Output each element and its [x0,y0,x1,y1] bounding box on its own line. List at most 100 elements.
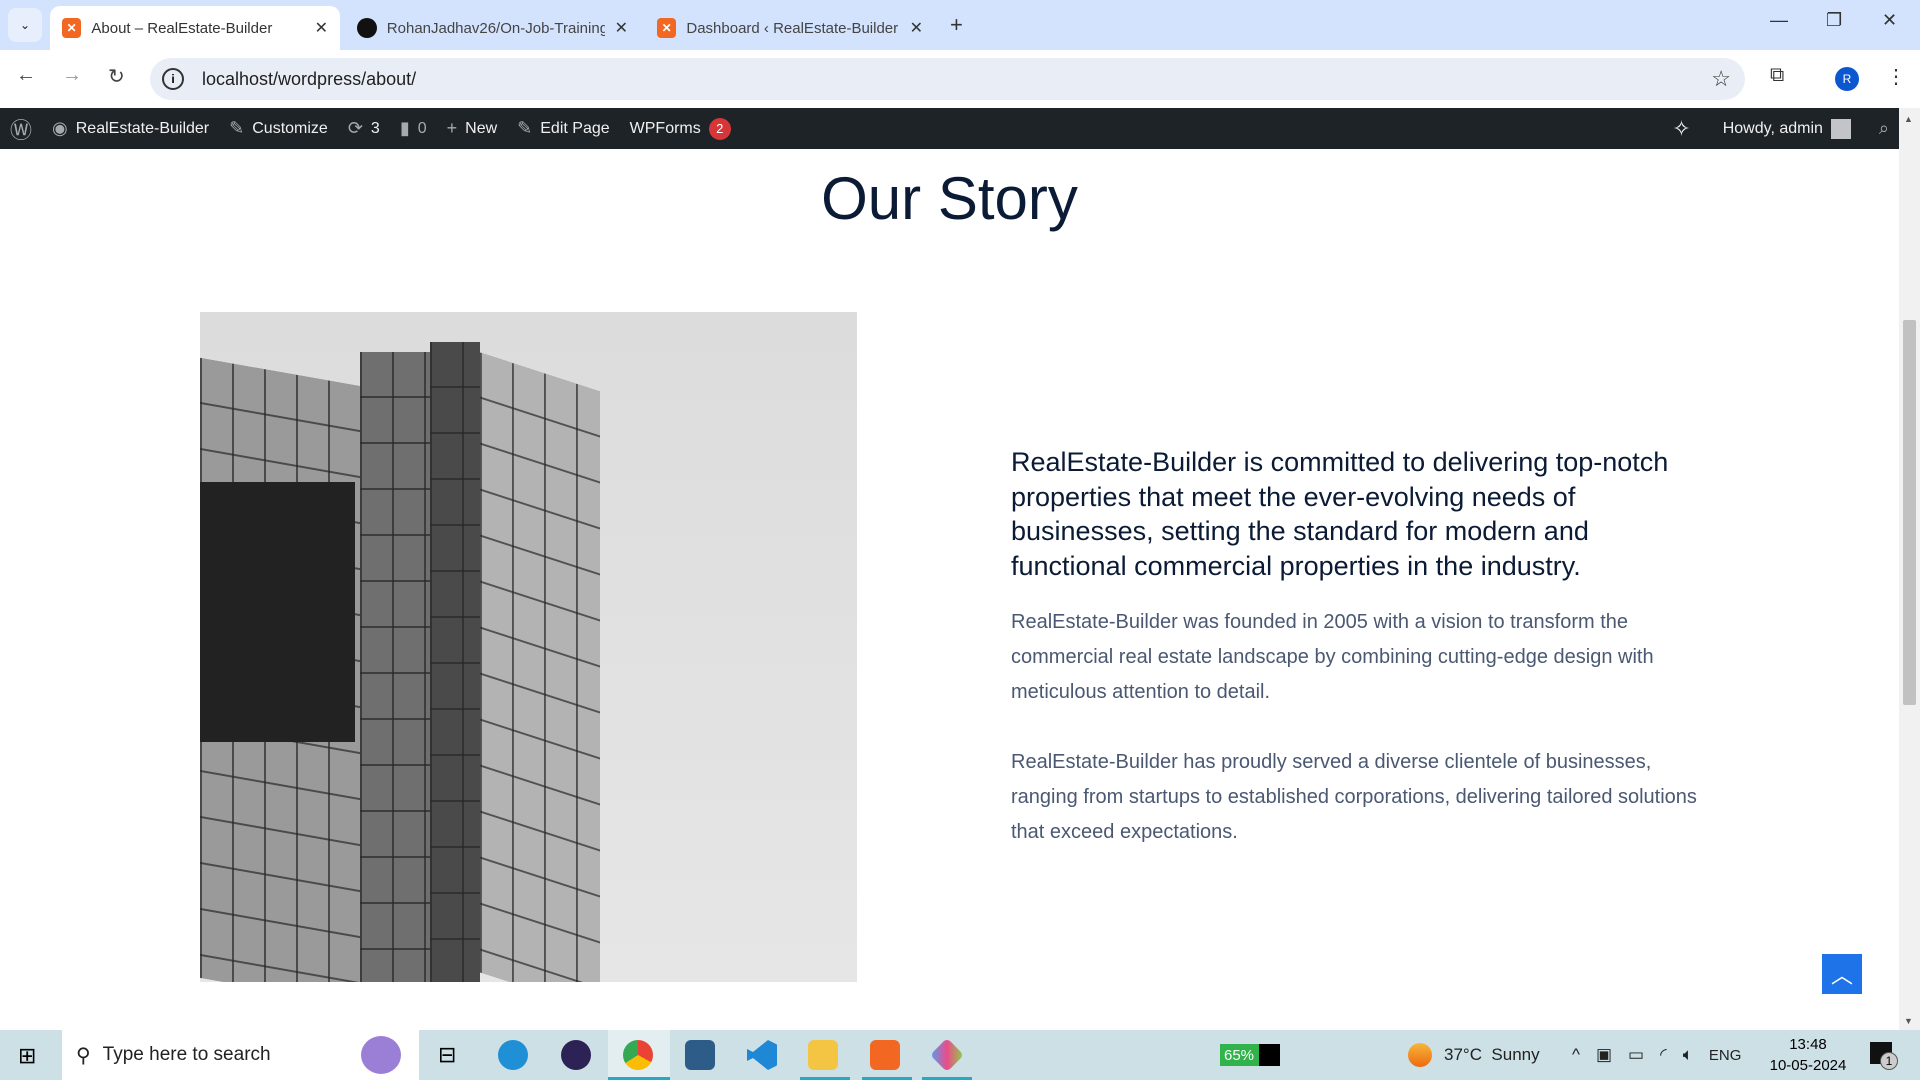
search-highlight-icon [361,1036,401,1074]
clock-time: 13:48 [1789,1036,1827,1053]
extensions-icon[interactable]: ⧉ [1770,64,1784,87]
battery-widget[interactable]: 65% [1220,1044,1280,1066]
xampp-icon: ✕ [657,18,677,38]
scrollbar-thumb[interactable] [1903,320,1916,705]
admin-account[interactable]: Howdy, admin [1713,108,1861,149]
github-icon [357,18,377,38]
admin-updates[interactable]: ⟳ 3 [338,108,390,149]
customize-label: Customize [252,119,328,137]
sun-icon [1408,1043,1432,1067]
wp-admin-bar: Ⓦ ◉ RealEstate-Builder ✎ Customize ⟳ 3 ▮ 0 +… [0,108,1899,149]
tab-about[interactable]: ✕ About – RealEstate-Builder ✕ [50,6,340,50]
clock[interactable]: 13:48 10-05-2024 [1768,1034,1848,1076]
language-indicator[interactable]: ENG [1709,1047,1742,1064]
bookmark-star-icon[interactable]: ☆ [1711,66,1731,92]
story-paragraph-2: RealEstate-Builder has proudly served a … [1011,751,1697,843]
tab-strip: ⌄ ✕ About – RealEstate-Builder ✕ RohanJa… [0,0,1920,50]
close-window-button[interactable]: ✕ [1882,10,1897,31]
admin-site-name[interactable]: ◉ RealEstate-Builder [42,108,219,149]
tab-dashboard[interactable]: ✕ Dashboard ‹ RealEstate-Builder ✕ [645,6,935,50]
scroll-down-arrow[interactable]: ▼ [1904,1016,1913,1026]
edit-page-label: Edit Page [540,119,610,137]
close-tab-icon[interactable]: ✕ [315,18,328,38]
new-label: New [465,119,498,137]
notification-count: 1 [1880,1052,1898,1070]
admin-search-icon[interactable]: ⌕ [1869,108,1899,149]
plus-icon: + [446,118,458,138]
xampp-icon: ✕ [62,18,82,38]
address-bar[interactable]: i localhost/wordpress/about/ ☆ [150,58,1745,100]
mysql-workbench-icon[interactable] [685,1040,715,1070]
restore-button[interactable]: ❐ [1826,10,1842,31]
wpforms-badge: 2 [708,117,731,140]
brush-icon: ✎ [229,118,245,138]
git-tool-icon[interactable] [930,1038,964,1072]
site-name-label: RealEstate-Builder [75,119,210,137]
admin-new[interactable]: + New [437,108,508,149]
file-explorer-icon[interactable] [808,1040,838,1070]
updates-count: 3 [370,119,380,137]
clock-date: 10-05-2024 [1769,1057,1847,1074]
windows-start-icon[interactable]: ⊞ [18,1043,36,1069]
page-scrollbar[interactable]: ▲ ▼ [1899,108,1920,1030]
scroll-to-top-button[interactable]: ︿ [1822,954,1862,994]
forward-button[interactable]: → [62,64,82,87]
weather-text: 37°C Sunny [1444,1045,1540,1064]
battery-percent: 65% [1220,1044,1259,1066]
wordpress-logo-icon[interactable]: Ⓦ [0,108,42,149]
tab-title: RohanJadhav26/On-Job-Training [386,19,605,37]
tab-title: About – RealEstate-Builder [91,19,273,37]
windows-taskbar: ⊞ ⚲ Type here to search ⊟ 65% 37°C Sunny… [0,1030,1920,1080]
close-tab-icon[interactable]: ✕ [615,18,628,38]
task-view-icon[interactable]: ⊟ [438,1042,456,1068]
wpforms-label: WPForms [629,119,701,137]
updates-icon: ⟳ [347,118,363,138]
building-photo [200,312,857,982]
tab-title: Dashboard ‹ RealEstate-Builder [686,19,899,37]
menu-icon[interactable]: ⋮ [1886,64,1906,89]
admin-wpforms[interactable]: WPForms 2 [620,108,741,149]
notifications-icon[interactable]: 1 [1870,1042,1898,1070]
taskbar-search[interactable]: ⚲ Type here to search [62,1030,419,1080]
story-paragraph-1: RealEstate-Builder was founded in 2005 w… [1011,611,1654,703]
story-heading: RealEstate-Builder is committed to deliv… [1011,447,1669,581]
xampp-icon[interactable] [870,1040,900,1070]
dashboard-icon: ◉ [52,118,68,138]
admin-customize[interactable]: ✎ Customize [219,108,338,149]
howdy-label: Howdy, admin [1722,119,1823,137]
admin-comments[interactable]: ▮ 0 [390,108,437,149]
url-text[interactable]: localhost/wordpress/about/ [202,69,416,90]
update-icon[interactable]: ▣ [1596,1045,1612,1065]
reload-button[interactable]: ↻ [108,64,125,89]
battery-icon[interactable]: ▭ [1628,1045,1644,1065]
search-placeholder: Type here to search [102,1044,271,1065]
site-info-icon[interactable]: i [162,68,184,90]
new-tab-button[interactable]: + [950,12,963,38]
page-title: Our Story [821,165,1078,232]
wifi-icon[interactable]: ◜ [1660,1045,1667,1065]
weather-widget[interactable]: 37°C Sunny [1408,1030,1540,1080]
chevron-up-icon: ︿ [1830,963,1853,988]
admin-edit-page[interactable]: ✎ Edit Page [507,108,619,149]
user-avatar [1830,118,1851,139]
back-button[interactable]: ← [16,64,36,87]
eclipse-icon[interactable] [561,1040,591,1070]
edge-icon[interactable] [498,1040,528,1070]
comments-count: 0 [417,119,427,137]
toolbar: ← → ↻ i localhost/wordpress/about/ ☆ ⧉ R… [0,50,1920,108]
scroll-up-arrow[interactable]: ▲ [1904,114,1913,124]
ai-sparkle-icon[interactable]: ✧ [1662,108,1700,149]
chrome-icon[interactable] [623,1040,653,1070]
tab-github[interactable]: RohanJadhav26/On-Job-Training ✕ [345,6,640,50]
search-icon: ⚲ [76,1044,91,1067]
page-content: Our Story RealEstate-Builder is committe… [0,149,1899,1030]
minimize-button[interactable]: — [1770,10,1788,31]
profile-avatar[interactable]: R [1835,67,1859,91]
pencil-icon: ✎ [517,118,533,138]
close-tab-icon[interactable]: ✕ [910,18,923,38]
tab-search-button[interactable]: ⌄ [8,8,42,42]
comment-icon: ▮ [399,118,410,138]
chevron-up-icon[interactable]: ^ [1572,1045,1580,1065]
volume-icon[interactable]: 🔈︎ [1683,1045,1693,1065]
vscode-icon[interactable] [747,1040,777,1070]
